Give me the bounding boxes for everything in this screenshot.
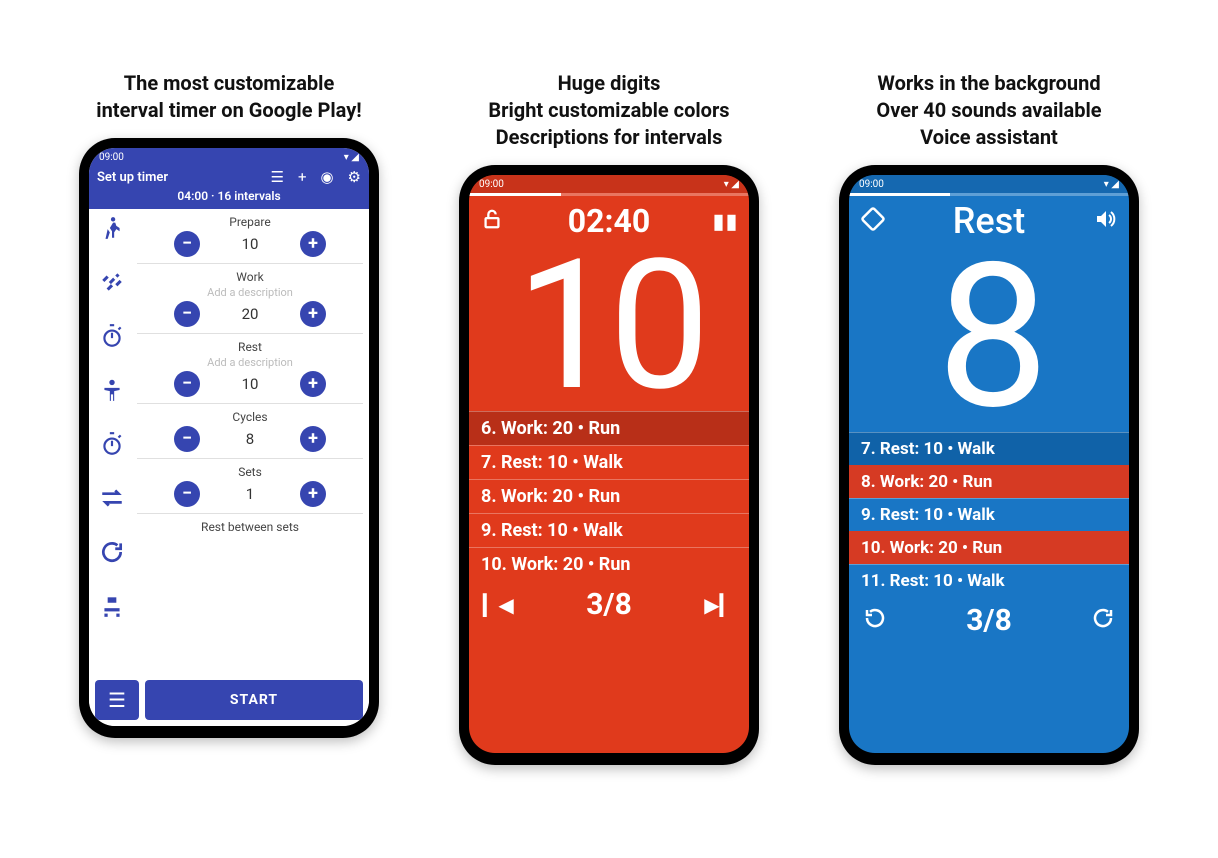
- plus-button[interactable]: +: [300, 301, 326, 327]
- phone-3: 09:00▾ ◢ Rest 8 7. Rest: 10 • Walk 8. Wo…: [839, 165, 1139, 765]
- rotate-icon[interactable]: [861, 207, 885, 235]
- cycle-count: 3/8: [966, 603, 1012, 638]
- dumbbell-icon: [99, 269, 125, 295]
- plus-button[interactable]: +: [300, 426, 326, 452]
- rewind-icon[interactable]: [863, 606, 887, 635]
- plus-button[interactable]: +: [300, 231, 326, 257]
- interval-item[interactable]: 10. Work: 20 • Run: [849, 531, 1129, 564]
- next-icon[interactable]: ▶▎: [704, 593, 735, 617]
- minus-button[interactable]: −: [174, 371, 200, 397]
- cycle-count: 3/8: [586, 587, 632, 622]
- param-sets: Sets − 1 +: [137, 463, 363, 509]
- add-icon[interactable]: +: [298, 170, 307, 185]
- status-bar: 09:00▾ ◢: [469, 175, 749, 193]
- status-bar: 09:00▾ ◢: [849, 175, 1129, 193]
- unlock-icon[interactable]: [481, 208, 505, 235]
- app-title: Set up timer: [97, 170, 168, 185]
- caption-2: Huge digitsBright customizable colorsDes…: [488, 70, 729, 151]
- interval-list: 6. Work: 20 • Run 7. Rest: 10 • Walk 8. …: [469, 411, 749, 581]
- interval-item[interactable]: 10. Work: 20 • Run: [469, 547, 749, 581]
- pause-icon[interactable]: ▮▮: [713, 209, 737, 233]
- param-rest-between: Rest between sets: [137, 518, 363, 536]
- interval-item[interactable]: 7. Rest: 10 • Walk: [469, 445, 749, 479]
- gear-icon[interactable]: ⚙: [348, 170, 361, 185]
- start-button[interactable]: START: [145, 680, 363, 720]
- countdown-digit: 10: [469, 240, 749, 411]
- progress-bar: [469, 193, 749, 196]
- person-icon: [99, 377, 125, 403]
- stopwatch-icon: [99, 323, 125, 349]
- interval-item[interactable]: 11. Rest: 10 • Walk: [849, 564, 1129, 597]
- summary-text: 04:00 · 16 intervals: [97, 189, 361, 203]
- param-rest: Rest Add a description − 10 +: [137, 338, 363, 399]
- stopwatch-icon: [99, 431, 125, 457]
- interval-item[interactable]: 6. Work: 20 • Run: [469, 411, 749, 445]
- interval-item[interactable]: 9. Rest: 10 • Walk: [849, 498, 1129, 531]
- menu-button[interactable]: ☰: [95, 680, 139, 720]
- refresh-icon: [99, 539, 125, 565]
- progress-bar: [849, 193, 1129, 196]
- status-bar: 09:00▾ ◢: [89, 148, 369, 166]
- plus-button[interactable]: +: [300, 371, 326, 397]
- app-bar: Set up timer ☰ + ◉ ⚙ 04:00 · 16 interval…: [89, 166, 369, 209]
- prev-icon[interactable]: ▎◀: [483, 593, 514, 617]
- minus-button[interactable]: −: [174, 231, 200, 257]
- eye-icon[interactable]: ◉: [320, 170, 333, 185]
- phone-2: 09:00▾ ◢ 02:40 ▮▮ 10 6. Work: 20 • Run 7…: [459, 165, 759, 765]
- plus-button[interactable]: +: [300, 481, 326, 507]
- list-icon[interactable]: ☰: [270, 170, 283, 185]
- minus-button[interactable]: −: [174, 301, 200, 327]
- forward-icon[interactable]: [1091, 606, 1115, 635]
- param-prepare: Prepare − 10 +: [137, 213, 363, 259]
- icon-column: [89, 209, 135, 674]
- param-work: Work Add a description − 20 +: [137, 268, 363, 329]
- interval-item[interactable]: 8. Work: 20 • Run: [849, 465, 1129, 498]
- caption-3: Works in the backgroundOver 40 sounds av…: [876, 70, 1101, 151]
- repeat-icon: [99, 485, 125, 511]
- walk-icon: [99, 215, 125, 241]
- param-cycles: Cycles − 8 +: [137, 408, 363, 454]
- interval-item[interactable]: 7. Rest: 10 • Walk: [849, 432, 1129, 465]
- minus-button[interactable]: −: [174, 481, 200, 507]
- phone-1: 09:00▾ ◢ Set up timer ☰ + ◉ ⚙ 04:00 · 16…: [79, 138, 379, 738]
- interval-list: 7. Rest: 10 • Walk 8. Work: 20 • Run 9. …: [849, 432, 1129, 597]
- caption-1: The most customizableinterval timer on G…: [96, 70, 361, 124]
- interval-item[interactable]: 9. Rest: 10 • Walk: [469, 513, 749, 547]
- minus-button[interactable]: −: [174, 426, 200, 452]
- seat-icon: [99, 593, 125, 619]
- countdown-digit: 8: [849, 242, 1129, 432]
- volume-icon[interactable]: [1093, 207, 1117, 235]
- interval-item[interactable]: 8. Work: 20 • Run: [469, 479, 749, 513]
